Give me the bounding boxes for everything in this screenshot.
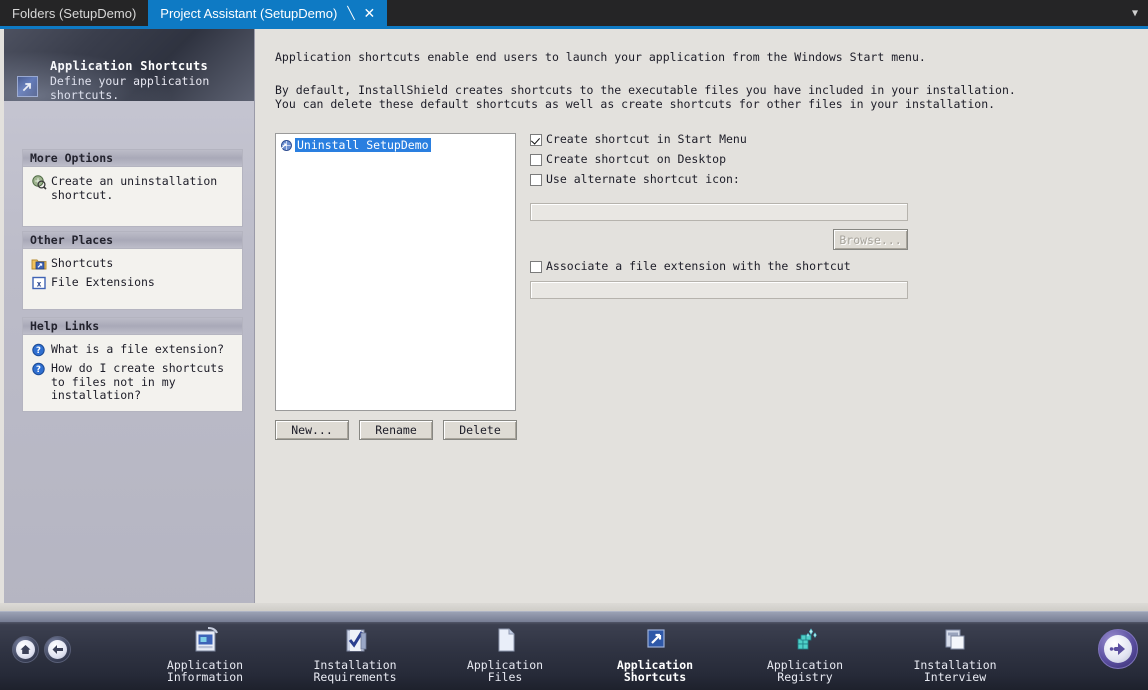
application-registry-icon — [730, 625, 880, 655]
other-places-item-file-extensions[interactable]: x File Extensions — [31, 275, 236, 291]
assistant-navigation-bar: Application Information Installation Req… — [0, 611, 1148, 690]
nav-step-application-files[interactable]: Application Files — [430, 625, 580, 683]
arrow-right-icon — [1103, 634, 1133, 664]
nav-step-installation-requirements-label: Installation Requirements — [313, 658, 397, 684]
pin-icon[interactable]: ╲ — [347, 7, 354, 19]
file-extension-icon: x — [31, 275, 47, 291]
tab-project-assistant-label: Project Assistant (SetupDemo) — [160, 5, 338, 21]
chevron-down-icon[interactable]: ▼ — [1122, 0, 1148, 26]
panel-help-links: Help Links ? What is a file extension? ?… — [22, 317, 243, 412]
help-question-icon: ? — [31, 342, 47, 358]
option-alternate-icon-label: Use alternate shortcut icon: — [546, 172, 740, 186]
option-associate-extension[interactable]: Associate a file extension with the shor… — [530, 260, 851, 273]
folder-shortcut-icon — [31, 256, 47, 272]
browse-button[interactable]: Browse... — [833, 229, 908, 250]
page-banner: Application Shortcuts Define your applic… — [4, 29, 254, 101]
panel-help-links-title: Help Links — [23, 318, 242, 335]
nav-step-application-information[interactable]: Application Information — [130, 625, 280, 683]
next-button[interactable] — [1098, 629, 1138, 669]
list-item[interactable]: Uninstall SetupDemo — [280, 137, 515, 152]
help-link-create-shortcuts[interactable]: ? How do I create shortcuts to files not… — [31, 361, 236, 403]
close-icon[interactable]: ✕ — [364, 6, 376, 20]
nav-step-installation-requirements[interactable]: Installation Requirements — [280, 625, 430, 683]
checkbox-desktop[interactable] — [530, 154, 542, 166]
panel-help-links-body: ? What is a file extension? ? How do I c… — [23, 335, 242, 411]
panel-other-places-title: Other Places — [23, 232, 242, 249]
installation-requirements-icon — [280, 625, 430, 655]
tab-bar: Folders (SetupDemo) Project Assistant (S… — [0, 0, 1148, 26]
help-link-create-shortcuts-label: How do I create shortcuts to files not i… — [51, 361, 225, 402]
back-button[interactable] — [44, 636, 71, 663]
checkbox-start-menu[interactable] — [530, 134, 542, 146]
nav-step-application-registry-label: Application Registry — [766, 658, 844, 684]
svg-text:x: x — [37, 279, 42, 288]
other-places-shortcuts-label: Shortcuts — [51, 256, 114, 270]
intro-paragraph-1: Application shortcuts enable end users t… — [275, 50, 926, 64]
nav-step-application-registry[interactable]: Application Registry — [730, 625, 880, 683]
intro-paragraph-2-line1: By default, InstallShield creates shortc… — [275, 83, 1016, 97]
tab-folders-label: Folders (SetupDemo) — [12, 5, 137, 21]
option-associate-extension-label: Associate a file extension with the shor… — [546, 259, 851, 273]
panel-more-options: More Options Create an uninstallation sh… — [22, 149, 243, 227]
application-information-icon — [130, 625, 280, 655]
nav-step-installation-interview[interactable]: Installation Interview — [880, 625, 1030, 683]
main-content: Application shortcuts enable end users t… — [255, 29, 1148, 612]
list-button-row: New... Rename Delete — [275, 420, 517, 440]
nav-step-installation-interview-label: Installation Interview — [913, 658, 997, 684]
other-places-item-shortcuts[interactable]: Shortcuts — [31, 256, 236, 272]
nav-step-application-information-label: Application Information — [166, 658, 244, 684]
checkbox-associate-extension[interactable] — [530, 261, 542, 273]
home-icon — [16, 640, 35, 659]
create-uninstallation-shortcut-label: Create an uninstallation shortcut. — [51, 174, 218, 202]
intro-paragraph-2: By default, InstallShield creates shortc… — [275, 83, 1016, 111]
tab-project-assistant[interactable]: Project Assistant (SetupDemo) ╲ ✕ — [148, 0, 388, 26]
application-files-icon — [430, 625, 580, 655]
option-start-menu-label: Create shortcut in Start Menu — [546, 132, 747, 146]
shortcuts-listbox[interactable]: Uninstall SetupDemo — [275, 133, 516, 411]
project-assistant-window: Folders (SetupDemo) Project Assistant (S… — [0, 0, 1148, 690]
help-link-file-extension[interactable]: ? What is a file extension? — [31, 342, 236, 358]
installation-interview-icon — [880, 625, 1030, 655]
tab-bar-spacer — [387, 0, 1122, 26]
uninstall-shortcut-icon — [31, 174, 47, 190]
option-desktop[interactable]: Create shortcut on Desktop — [530, 153, 930, 166]
create-uninstallation-shortcut-link[interactable]: Create an uninstallation shortcut. — [31, 174, 236, 202]
svg-text:?: ? — [36, 346, 41, 356]
shortcut-item-icon — [280, 138, 294, 152]
nav-step-application-shortcuts[interactable]: Application Shortcuts — [580, 625, 730, 683]
list-item-label: Uninstall SetupDemo — [295, 137, 431, 152]
page-subtitle: Define your application shortcuts. — [50, 74, 210, 101]
other-places-file-extensions-label: File Extensions — [51, 275, 155, 289]
svg-text:?: ? — [36, 365, 41, 375]
nav-step-application-shortcuts-label: Application Shortcuts — [616, 658, 694, 684]
shortcut-arrow-icon — [17, 76, 38, 97]
assistant-frame: Application Shortcuts Define your applic… — [0, 29, 1148, 690]
delete-button[interactable]: Delete — [443, 420, 517, 440]
help-link-file-extension-label: What is a file extension? — [51, 342, 225, 356]
page-title: Application Shortcuts — [50, 59, 209, 73]
option-start-menu[interactable]: Create shortcut in Start Menu — [530, 133, 930, 146]
shortcut-options: Create shortcut in Start Menu Create sho… — [530, 133, 930, 299]
tab-folders[interactable]: Folders (SetupDemo) — [0, 0, 149, 26]
panel-more-options-body: Create an uninstallation shortcut. — [23, 167, 242, 226]
panel-more-options-title: More Options — [23, 150, 242, 167]
nav-step-application-files-label: Application Files — [466, 658, 544, 684]
alternate-icon-input[interactable] — [530, 203, 908, 221]
left-sidebar: Application Shortcuts Define your applic… — [4, 29, 255, 612]
home-button[interactable] — [12, 636, 39, 663]
option-alternate-icon[interactable]: Use alternate shortcut icon: — [530, 173, 930, 186]
help-question-icon: ? — [31, 361, 47, 377]
checkbox-alternate-icon[interactable] — [530, 174, 542, 186]
rename-button[interactable]: Rename — [359, 420, 433, 440]
panel-other-places-body: Shortcuts x File Extensions — [23, 249, 242, 309]
arrow-left-icon — [48, 640, 67, 659]
status-strip — [0, 603, 1148, 611]
intro-paragraph-2-line2: You can delete these default shortcuts a… — [275, 97, 996, 111]
new-button[interactable]: New... — [275, 420, 349, 440]
application-shortcuts-icon — [580, 625, 730, 655]
file-extension-input[interactable] — [530, 281, 908, 299]
option-desktop-label: Create shortcut on Desktop — [546, 152, 727, 166]
panel-other-places: Other Places Shortcuts x File Extensions — [22, 231, 243, 310]
